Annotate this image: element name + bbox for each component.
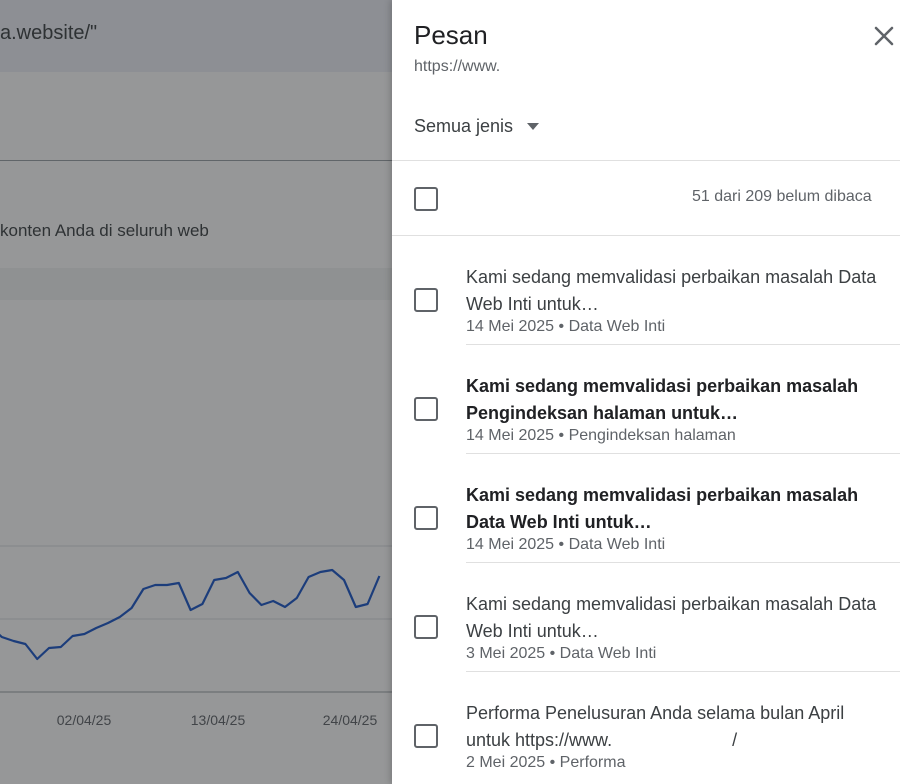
message-category: Data Web Inti xyxy=(568,536,666,553)
message-title: Kami sedang memvalidasi perbaikan masala… xyxy=(466,485,859,532)
message-category: Pengindeksan halaman xyxy=(568,427,736,444)
meta-separator: • xyxy=(545,754,560,771)
message-date: 2 Mei 2025 xyxy=(466,754,546,771)
type-filter-label: Semua jenis xyxy=(414,116,514,136)
message-title: Kami sedang memvalidasi perbaikan masala… xyxy=(466,267,877,314)
message-meta: 14 Mei 2025 • Data Web Inti xyxy=(466,536,665,554)
panel-title: Pesan xyxy=(414,20,488,50)
messages-panel: Pesan https://www. Semua jenis 51 dari 2… xyxy=(392,0,900,784)
meta-separator: • xyxy=(545,645,560,662)
message-item[interactable]: Kami sedang memvalidasi perbaikan masala… xyxy=(392,454,900,563)
message-meta: 2 Mei 2025 • Performa xyxy=(466,754,625,772)
message-date: 14 Mei 2025 xyxy=(466,536,555,553)
meta-separator: • xyxy=(554,536,569,553)
message-category: Data Web Inti xyxy=(568,318,666,335)
message-date: 3 Mei 2025 xyxy=(466,645,546,662)
meta-separator: • xyxy=(554,318,569,335)
message-title: Performa Penelusuran Anda selama bulan A… xyxy=(466,703,850,750)
unread-summary: 51 dari 209 belum dibaca xyxy=(692,188,872,205)
message-item[interactable]: Performa Penelusuran Anda selama bulan A… xyxy=(392,672,900,781)
message-checkbox[interactable] xyxy=(414,397,438,421)
meta-separator: • xyxy=(554,427,569,444)
message-meta: 14 Mei 2025 • Data Web Inti xyxy=(466,318,665,336)
message-meta: 3 Mei 2025 • Data Web Inti xyxy=(466,645,656,663)
message-checkbox[interactable] xyxy=(414,288,438,312)
message-date: 14 Mei 2025 xyxy=(466,427,555,444)
message-category: Performa xyxy=(559,754,626,771)
message-title: Kami sedang memvalidasi perbaikan masala… xyxy=(466,376,859,423)
message-item[interactable]: Kami sedang memvalidasi perbaikan masala… xyxy=(392,236,900,345)
message-item[interactable]: Kami sedang memvalidasi perbaikan masala… xyxy=(392,563,900,672)
message-checkbox[interactable] xyxy=(414,724,438,748)
close-icon[interactable] xyxy=(868,20,900,52)
message-meta: 14 Mei 2025 • Pengindeksan halaman xyxy=(466,427,736,445)
message-checkbox[interactable] xyxy=(414,506,438,530)
message-checkbox[interactable] xyxy=(414,615,438,639)
panel-subtitle: https://www. xyxy=(414,58,501,75)
divider xyxy=(392,160,900,161)
message-item[interactable]: Kami sedang memvalidasi perbaikan masala… xyxy=(392,345,900,454)
select-all-checkbox[interactable] xyxy=(414,187,438,211)
message-title: Kami sedang memvalidasi perbaikan masala… xyxy=(466,594,877,641)
type-filter-dropdown[interactable]: Semua jenis xyxy=(414,116,540,137)
message-date: 14 Mei 2025 xyxy=(466,318,555,335)
message-category: Data Web Inti xyxy=(559,645,657,662)
arrow-drop-down-icon xyxy=(527,123,540,130)
